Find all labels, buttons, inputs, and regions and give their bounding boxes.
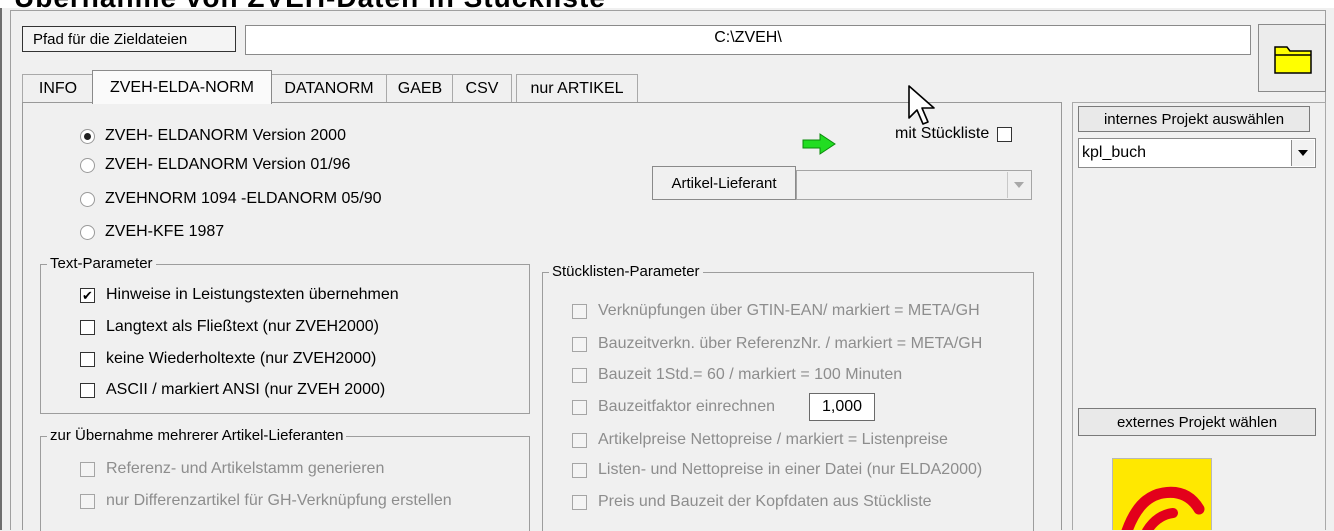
checkbox-langtext[interactable]: Langtext als Fließtext (nur ZVEH2000): [80, 318, 379, 336]
window-left-edge: [0, 8, 2, 530]
tab-label: GAEB: [397, 80, 443, 97]
checkbox-kopfdaten[interactable]: Preis und Bauzeit der Kopfdaten aus Stüc…: [572, 493, 932, 511]
checkbox-referenz-artikelstamm[interactable]: Referenz- und Artikelstamm generieren: [80, 460, 384, 478]
checkbox-wiederholtexte[interactable]: keine Wiederholtexte (nur ZVEH2000): [80, 350, 376, 368]
mouse-cursor-icon: [908, 85, 935, 125]
artikel-lieferant-label: Artikel-Lieferant: [652, 166, 796, 200]
tab-datanorm[interactable]: DATANORM: [270, 74, 388, 103]
chevron-down-icon[interactable]: [1291, 140, 1314, 166]
checkbox[interactable]: ✔: [80, 287, 95, 303]
tab-label: CSV: [465, 80, 499, 97]
artikel-lieferant-select[interactable]: [796, 170, 1032, 200]
radio-version-2000[interactable]: ZVEH- ELDANORM Version 2000: [80, 127, 346, 145]
checkbox[interactable]: [80, 382, 95, 398]
checkbox-label: Verknüpfungen über GTIN-EAN/ markiert = …: [598, 302, 980, 319]
checkbox[interactable]: [80, 319, 95, 335]
checkbox-ascii-ansi[interactable]: ASCII / markiert ANSI (nur ZVEH 2000): [80, 381, 385, 399]
checkbox[interactable]: [572, 494, 587, 510]
path-input[interactable]: C:\ZVEH\: [245, 25, 1251, 55]
checkbox-differenzartikel[interactable]: nur Differenzartikel für GH-Verknüpfung …: [80, 492, 452, 510]
checkbox-label: Referenz- und Artikelstamm generieren: [106, 460, 385, 477]
checkbox-gtin-ean[interactable]: Verknüpfungen über GTIN-EAN/ markiert = …: [572, 302, 980, 320]
checkbox-label: Hinweise in Leistungstexten übernehmen: [106, 286, 399, 303]
radio-button[interactable]: [80, 191, 95, 207]
checkbox[interactable]: [572, 399, 587, 415]
checkbox[interactable]: [80, 351, 95, 367]
radio-button[interactable]: [80, 157, 95, 173]
select-value: kpl_buch: [1082, 144, 1147, 161]
checkbox-bauzeit-minuten[interactable]: Bauzeit 1Std.= 60 / markiert = 100 Minut…: [572, 366, 902, 384]
checkbox-label: Artikelpreise Nettopreise / markiert = L…: [598, 431, 948, 448]
checkbox-label: nur Differenzartikel für GH-Verknüpfung …: [106, 492, 452, 509]
zveh-logo: [1112, 458, 1212, 530]
tab-label: ZVEH-ELDA-NORM: [109, 78, 254, 96]
radio-version-1094[interactable]: ZVEHNORM 1094 -ELDANORM 05/90: [80, 190, 382, 208]
radio-label: ZVEH-KFE 1987: [105, 223, 225, 240]
tab-csv[interactable]: CSV: [452, 74, 512, 103]
checkbox-listen-nettopreise[interactable]: Listen- und Nettopreise in einer Datei (…: [572, 461, 982, 479]
checkbox-bauzeitfaktor[interactable]: Bauzeitfaktor einrechnen: [572, 398, 775, 416]
tab-label: nur ARTIKEL: [530, 80, 624, 97]
checkbox-label: Langtext als Fließtext (nur ZVEH2000): [106, 318, 380, 335]
checkbox[interactable]: [997, 126, 1013, 142]
folder-icon: [1274, 46, 1312, 74]
window-title: Übernahme von ZVEH-Daten in Stückliste: [14, 0, 606, 8]
tab-label: DATANORM: [284, 80, 374, 97]
internes-projekt-button[interactable]: internes Projekt auswählen: [1078, 106, 1310, 132]
group-title: Stücklisten-Parameter: [549, 263, 703, 280]
path-label: Pfad für die Zieldateien: [22, 26, 236, 52]
group-title: zur Übernahme mehrerer Artikel-Lieferant…: [47, 427, 347, 444]
tab-nur-artikel[interactable]: nur ARTIKEL: [516, 74, 638, 103]
checkbox-label: Bauzeitfaktor einrechnen: [598, 398, 775, 415]
internes-projekt-select[interactable]: kpl_buch: [1078, 138, 1316, 168]
tab-info[interactable]: INFO: [22, 74, 94, 103]
radio-version-kfe[interactable]: ZVEH-KFE 1987: [80, 223, 224, 241]
window-title-bar: Übernahme von ZVEH-Daten in Stückliste: [0, 0, 1334, 8]
checkbox[interactable]: [80, 493, 95, 509]
checkbox[interactable]: [572, 432, 587, 448]
radio-label: ZVEH- ELDANORM Version 2000: [105, 127, 346, 144]
checkbox-label: Bauzeit 1Std.= 60 / markiert = 100 Minut…: [598, 366, 903, 383]
checkbox-label: ASCII / markiert ANSI (nur ZVEH 2000): [106, 381, 386, 398]
checkbox-label: keine Wiederholtexte (nur ZVEH2000): [106, 350, 377, 367]
tab-zveh-elda-norm[interactable]: ZVEH-ELDA-NORM: [92, 70, 272, 104]
checkbox[interactable]: [572, 303, 587, 319]
bauzeitfaktor-input[interactable]: 1,000: [809, 393, 875, 421]
chevron-down-icon[interactable]: [1007, 172, 1030, 198]
radio-label: ZVEHNORM 1094 -ELDANORM 05/90: [105, 190, 382, 207]
tab-gaeb[interactable]: GAEB: [386, 74, 454, 103]
multi-supplier-group: zur Übernahme mehrerer Artikel-Lieferant…: [40, 427, 530, 531]
checkbox-label: Bauzeitverkn. über ReferenzNr. / markier…: [598, 335, 983, 352]
radio-label: ZVEH- ELDANORM Version 01/96: [105, 156, 351, 173]
arrow-right-icon: [802, 133, 836, 155]
checkbox-hinweise[interactable]: ✔ Hinweise in Leistungstexten übernehmen: [80, 286, 399, 304]
checkbox[interactable]: [572, 367, 587, 383]
radio-version-0196[interactable]: ZVEH- ELDANORM Version 01/96: [80, 156, 350, 174]
checkbox[interactable]: [572, 336, 587, 352]
externes-projekt-button[interactable]: externes Projekt wählen: [1078, 408, 1316, 436]
checkbox-bauzeitverkn[interactable]: Bauzeitverkn. über ReferenzNr. / markier…: [572, 335, 982, 353]
tab-label: INFO: [38, 80, 78, 97]
checkbox[interactable]: [80, 461, 95, 477]
e-mark-logo-icon: [1121, 486, 1205, 530]
checkbox-label: Preis und Bauzeit der Kopfdaten aus Stüc…: [598, 493, 932, 510]
group-title: Text-Parameter: [47, 255, 156, 272]
checkbox[interactable]: [572, 462, 587, 478]
radio-button[interactable]: [80, 128, 95, 144]
checkbox-label: Listen- und Nettopreise in einer Datei (…: [598, 461, 983, 478]
browse-folder-button[interactable]: [1258, 24, 1326, 92]
checkbox-artikelpreise[interactable]: Artikelpreise Nettopreise / markiert = L…: [572, 431, 948, 449]
radio-button[interactable]: [80, 224, 95, 240]
